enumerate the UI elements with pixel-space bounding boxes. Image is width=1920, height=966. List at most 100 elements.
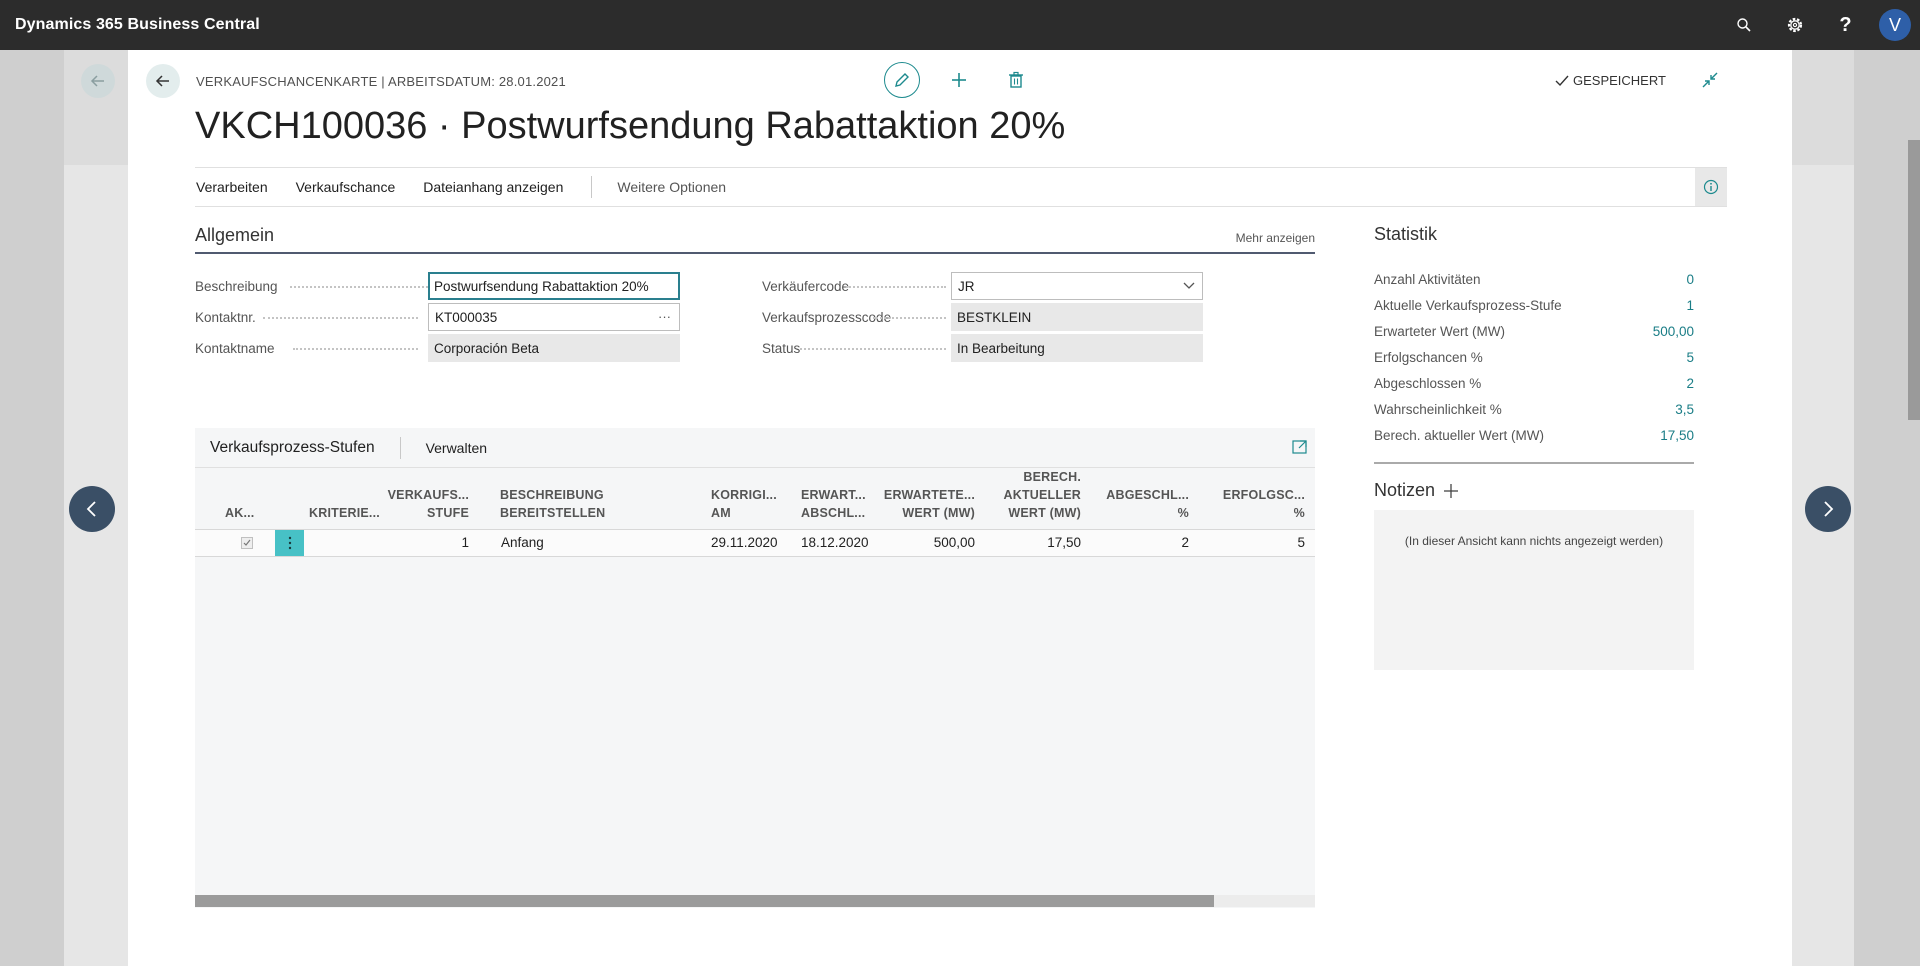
col-stage[interactable]: VERKAUFS... STUFE xyxy=(365,468,469,529)
chevron-left-icon xyxy=(86,501,96,517)
verkaeufercode-value: JR xyxy=(958,278,975,294)
subpage-header: Verkaufsprozess-Stufen Verwalten xyxy=(195,428,1315,468)
statistics-title: Statistik xyxy=(1374,224,1438,244)
expand-icon[interactable] xyxy=(1291,438,1309,456)
col-active[interactable]: AK... xyxy=(225,468,265,529)
stat-row: Wahrscheinlichkeit % 3,5 xyxy=(1374,402,1694,417)
statistics-divider xyxy=(1374,462,1694,464)
verkaufsprozesscode-value: BESTKLEIN xyxy=(957,309,1032,325)
page-title: VKCH100036 · Postwurfsendung Rabattaktio… xyxy=(195,105,1066,147)
status-label: Status xyxy=(762,340,801,356)
chevron-right-icon xyxy=(1824,501,1834,517)
kontaktname-value: Corporación Beta xyxy=(434,340,540,356)
cell-corrected-on: 29.11.2020 xyxy=(711,535,778,550)
general-section-title[interactable]: Allgemein xyxy=(195,225,274,245)
cell-expected-closing: 18.12.2020 xyxy=(801,535,869,550)
previous-record-button[interactable] xyxy=(69,486,115,532)
stat-value[interactable]: 5 xyxy=(1686,350,1694,365)
avatar[interactable]: V xyxy=(1879,9,1911,41)
stat-value[interactable]: 0 xyxy=(1686,272,1694,287)
notes-box: (In dieser Ansicht kann nichts angezeigt… xyxy=(1374,510,1694,670)
beschreibung-value: Postwurfsendung Rabattaktion 20% xyxy=(434,278,649,294)
saved-status: GESPEICHERT xyxy=(1555,73,1666,88)
row-menu-icon[interactable] xyxy=(275,530,304,556)
table-row[interactable]: 1 Anfang 29.11.2020 18.12.2020 500,00 17… xyxy=(195,530,1315,557)
action-bar: Verarbeiten Verkaufschance Dateianhang a… xyxy=(195,167,1727,207)
app-title[interactable]: Dynamics 365 Business Central xyxy=(0,16,260,34)
action-more-options[interactable]: Weitere Optionen xyxy=(617,179,726,195)
sales-stages-subpage: Verkaufsprozess-Stufen Verwalten AK... K… xyxy=(195,428,1315,908)
horizontal-scrollbar[interactable] xyxy=(195,895,1315,907)
subpage-divider xyxy=(399,436,401,459)
subpage-title[interactable]: Verkaufsprozess-Stufen xyxy=(210,439,375,457)
kontaktnr-value: KT000035 xyxy=(435,309,498,325)
verkaufsprozesscode-label: Verkaufsprozesscode xyxy=(762,309,892,325)
field-leader xyxy=(263,317,418,319)
col-completed-pct[interactable]: ABGESCHL...% xyxy=(1081,468,1189,529)
page-scrollbar[interactable] xyxy=(1908,140,1920,420)
search-icon[interactable] xyxy=(1718,0,1769,50)
notes-title: Notizen xyxy=(1374,480,1436,500)
notes-empty-text: (In dieser Ansicht kann nichts angezeigt… xyxy=(1404,534,1664,548)
stat-value[interactable]: 500,00 xyxy=(1653,324,1694,339)
verkaufsprozesscode-field: BESTKLEIN xyxy=(951,303,1203,331)
stat-row: Anzahl Aktivitäten 0 xyxy=(1374,272,1694,287)
beschreibung-label: Beschreibung xyxy=(195,278,278,294)
next-record-button[interactable] xyxy=(1805,486,1851,532)
collapse-icon[interactable] xyxy=(1698,68,1722,92)
info-icon[interactable] xyxy=(1695,168,1727,206)
action-verarbeiten[interactable]: Verarbeiten xyxy=(196,179,295,195)
verkaeufercode-label: Verkäufercode xyxy=(762,278,850,294)
kontaktname-label: Kontaktname xyxy=(195,340,275,356)
col-corrected-on[interactable]: KORRIGI... AM xyxy=(711,468,781,529)
help-icon[interactable]: ? xyxy=(1820,0,1871,50)
new-button[interactable] xyxy=(941,62,977,98)
stat-value[interactable]: 3,5 xyxy=(1675,402,1694,417)
cell-chances-pct: 5 xyxy=(1297,535,1305,550)
stat-row: Abgeschlossen % 2 xyxy=(1374,376,1694,391)
action-dateianhang[interactable]: Dateianhang anzeigen xyxy=(423,179,590,195)
pencil-icon xyxy=(895,73,909,87)
kontaktnr-label: Kontaktnr. xyxy=(195,309,256,325)
plus-icon[interactable] xyxy=(1443,483,1459,499)
col-calc-current-value[interactable]: BERECH. AKTUELLER WERT (MW) xyxy=(975,468,1081,529)
cell-completed-pct: 2 xyxy=(1181,535,1189,550)
trash-icon xyxy=(1009,71,1023,88)
background-back-icon xyxy=(81,64,115,98)
scrollbar-thumb[interactable] xyxy=(195,895,1214,907)
col-chances-pct[interactable]: ERFOLGSC...% xyxy=(1189,468,1305,529)
lookup-ellipsis-icon[interactable]: ··· xyxy=(658,309,671,324)
field-leader xyxy=(293,348,418,350)
stat-row: Berech. aktueller Wert (MW) 17,50 xyxy=(1374,428,1694,443)
status-value: In Bearbeitung xyxy=(957,340,1045,356)
app-bar: Dynamics 365 Business Central ? V xyxy=(0,0,1920,50)
col-expected-value[interactable]: ERWARTETE... WERT (MW) xyxy=(871,468,975,529)
beschreibung-input[interactable]: Postwurfsendung Rabattaktion 20% xyxy=(428,272,680,300)
col-description[interactable]: BESCHREIBUNG BEREITSTELLEN xyxy=(500,468,640,529)
gear-icon[interactable] xyxy=(1769,0,1820,50)
cell-calc-current-value: 17,50 xyxy=(1047,535,1081,550)
stat-value[interactable]: 1 xyxy=(1686,298,1694,313)
manage-action[interactable]: Verwalten xyxy=(426,440,487,456)
back-button[interactable] xyxy=(146,64,180,98)
status-field: In Bearbeitung xyxy=(951,334,1203,362)
cell-description: Anfang xyxy=(501,535,544,550)
edit-button[interactable] xyxy=(884,62,920,98)
general-section-header[interactable]: Allgemein Mehr anzeigen xyxy=(195,225,1315,254)
delete-button[interactable] xyxy=(998,62,1034,98)
field-leader xyxy=(846,286,946,288)
page-caption: VERKAUFSCHANCENKARTE | ARBEITSDATUM: 28.… xyxy=(196,74,566,89)
field-leader xyxy=(800,348,946,350)
col-expected-closing[interactable]: ERWART... ABSCHL... xyxy=(801,468,871,529)
notes-header: Notizen xyxy=(1374,480,1459,501)
opportunity-card-dialog: VERKAUFSCHANCENKARTE | ARBEITSDATUM: 28.… xyxy=(128,50,1792,966)
stat-value[interactable]: 17,50 xyxy=(1660,428,1694,443)
saved-label: GESPEICHERT xyxy=(1573,73,1666,88)
show-more-link[interactable]: Mehr anzeigen xyxy=(1236,231,1315,245)
stat-value[interactable]: 2 xyxy=(1686,376,1694,391)
action-verkaufschance[interactable]: Verkaufschance xyxy=(296,179,423,195)
cell-stage: 1 xyxy=(461,535,469,550)
verkaeufercode-select[interactable]: JR xyxy=(951,272,1203,300)
field-leader xyxy=(873,317,946,319)
kontaktnr-input[interactable]: KT000035 ··· xyxy=(428,303,680,331)
